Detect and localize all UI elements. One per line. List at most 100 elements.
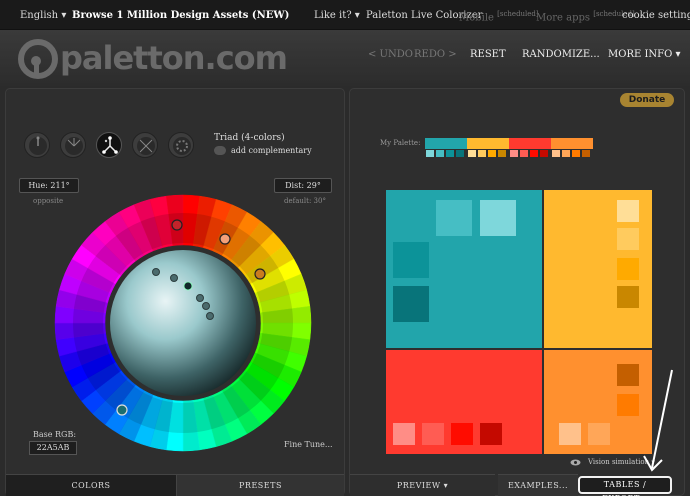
more-apps-link: More apps [scheduled] [536,10,635,23]
browse-assets-link[interactable]: Browse 1 Million Design Assets (NEW) [72,10,289,21]
chevron-down-icon: ▾ [354,10,360,21]
palette-main-chip [509,138,551,149]
hue-field[interactable]: Hue: 211° [19,178,79,193]
donate-button[interactable]: Donate [620,93,674,107]
swatch [617,258,639,280]
more-apps-label: More apps [536,12,591,24]
randomize-button[interactable]: RANDOMIZE... [522,49,600,60]
hue-marker-yellow[interactable] [254,268,266,280]
swatch [393,242,429,278]
cookie-settings-link[interactable]: cookie settings [622,10,690,21]
hue-marker-base[interactable] [116,404,128,416]
shade-marker[interactable] [170,274,178,282]
palette-preview [386,190,652,454]
swatch [436,200,472,236]
tetrad-scheme-icon [137,137,155,155]
shade-marker[interactable] [202,302,210,310]
redo-button[interactable]: REDO > [414,49,457,60]
adjacent-scheme-icon [65,137,83,155]
swatch [617,228,639,250]
swatch [588,423,610,445]
scheme-adjacent-button[interactable] [60,132,86,158]
mobile-scheduled-tag: [scheduled] [497,10,539,18]
palette-chip [446,150,454,157]
my-palette-strip[interactable] [425,138,593,158]
chevron-down-icon: ▾ [675,49,681,60]
palette-chip [520,150,528,157]
palette-group[interactable] [467,138,509,158]
swatch [617,364,639,386]
language-label: English [20,10,59,21]
mobile-link: Mobile [scheduled] [459,10,539,23]
add-complementary-label: add complementary [231,146,312,155]
paletton-logo[interactable]: paletton.com [18,39,318,79]
arrow-annotation-icon [643,369,673,472]
hue-marker-orange[interactable] [219,233,231,245]
palette-group[interactable] [509,138,551,158]
add-complementary-toggle[interactable] [214,146,226,155]
palette-main-chip [425,138,467,149]
reset-button[interactable]: RESET [470,49,506,60]
eye-icon [570,459,581,466]
shade-marker[interactable] [152,268,160,276]
swatch [480,423,502,445]
swatch [451,423,473,445]
swatch [617,200,639,222]
scheme-free-button[interactable] [168,132,194,158]
tab-tables-export[interactable]: TABLES / EXPORT... [578,476,672,496]
base-rgb-label: Base RGB: [33,430,77,439]
fine-tune-button[interactable]: Fine Tune... [284,440,333,449]
preview-quad-orange [544,350,652,454]
palette-chip [426,150,434,157]
palette-chip [530,150,538,157]
swatch [617,394,639,416]
saturation-disc[interactable] [110,250,256,396]
swatch [393,423,415,445]
palette-chip [582,150,590,157]
scheme-triad-button[interactable] [96,132,122,158]
preview-quad-red [386,350,542,454]
tab-preview[interactable]: PREVIEW ▾ [350,474,495,496]
like-it-label: Like it? [314,10,352,21]
palette-chip [468,150,476,157]
swatch [422,423,444,445]
palette-chip [478,150,486,157]
tab-preview-label: PREVIEW [396,481,441,490]
tab-presets[interactable]: PRESETS [176,474,344,496]
base-rgb-input[interactable]: 22A5AB [29,441,77,455]
triad-scheme-icon [101,136,119,155]
swatch [393,286,429,322]
palette-group[interactable] [425,138,467,158]
tab-examples[interactable]: EXAMPLES... [498,474,578,496]
scheme-tetrad-button[interactable] [132,132,158,158]
preview-quad-teal [386,190,542,348]
mono-scheme-icon [29,136,47,155]
palette-group[interactable] [551,138,593,158]
undo-button[interactable]: < UNDO [368,49,413,60]
hue-marker-red[interactable] [171,219,183,231]
logo-text: paletton.com [60,39,288,77]
my-palette-label: My Palette: [380,139,421,147]
language-select[interactable]: English ▾ [20,10,66,21]
scheme-mono-button[interactable] [24,132,50,158]
color-wheel[interactable] [52,192,314,454]
distance-field[interactable]: Dist: 29° [274,178,332,193]
shade-marker[interactable] [206,312,214,320]
palette-chip [488,150,496,157]
palette-chip [540,150,548,157]
chevron-down-icon: ▾ [443,481,449,490]
tab-colors[interactable]: COLORS [6,474,176,496]
scheme-name: Triad (4-colors) [214,133,285,143]
top-bar: English ▾ Browse 1 Million Design Assets… [0,0,690,30]
shade-marker[interactable] [196,294,204,302]
swatch [559,423,581,445]
mobile-label: Mobile [459,12,494,24]
palette-chip [572,150,580,157]
palette-chip [498,150,506,157]
more-info-menu[interactable]: MORE INFO ▾ [608,49,681,60]
like-it-menu[interactable]: Like it? ▾ [314,10,360,21]
palette-main-chip [467,138,509,149]
shade-marker[interactable] [183,281,193,291]
free-scheme-icon [173,137,191,155]
paletton-app: English ▾ Browse 1 Million Design Assets… [0,0,690,496]
